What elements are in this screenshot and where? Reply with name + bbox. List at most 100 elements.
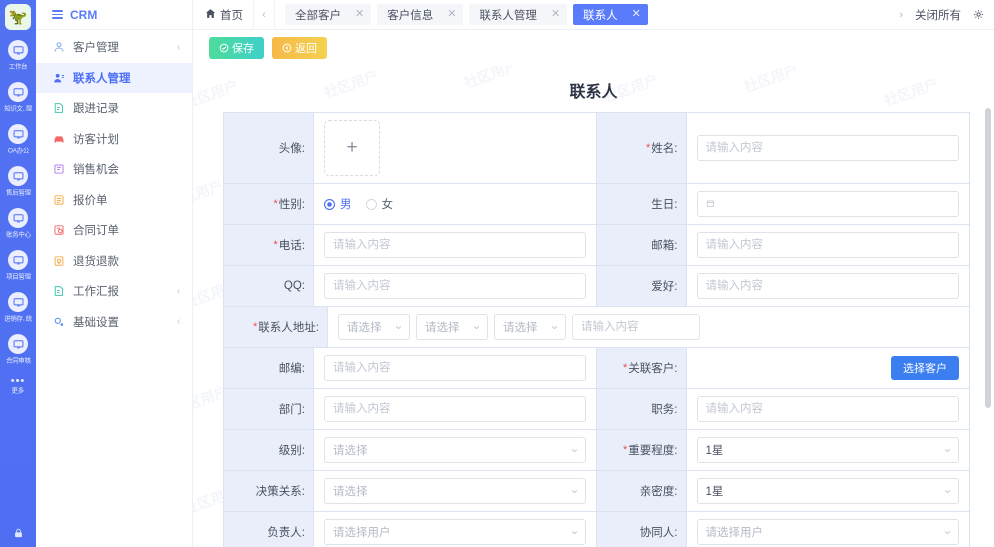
sidebar-item-sales-opportunity[interactable]: 销售机会 [36,154,192,185]
car-icon [52,132,65,145]
dinosaur-logo[interactable]: 🦖 [5,4,31,30]
address-detail-input[interactable] [572,314,700,340]
field-label-text: 生日: [651,196,677,212]
postcode-input[interactable] [324,355,586,381]
field-label-text: 电话: [279,237,305,253]
rail-item-4[interactable]: 账务中心 [0,208,36,240]
tab-contact-management[interactable]: 联系人管理 ✕ [469,4,567,25]
close-icon[interactable]: ✕ [632,9,641,20]
select-customer-button[interactable]: 选择客户 [891,356,959,380]
rail-item-5[interactable]: 项目管理 [0,250,36,282]
tab-contact[interactable]: 联系人 ✕ [573,4,648,25]
sidebar-item-quotation[interactable]: 报价单 [36,185,192,216]
sidebar-title: CRM [70,8,97,22]
field-label-text: 邮编: [279,360,305,376]
avatar-upload-button[interactable]: + [324,120,380,176]
rail-item-7[interactable]: 合同审核 [0,334,36,366]
field-collaborator: 协同人: 请选择用户 [597,512,970,547]
form-toolbar: 保存 返回 [193,30,994,66]
form-row-department-position: 部门: 职务: [224,389,969,430]
close-icon[interactable]: ✕ [551,9,560,20]
field-label: 负责人: [224,512,314,547]
field-importance: * 重要程度: 1星 [597,430,970,470]
gender-radio-female[interactable]: 女 [366,196,394,212]
rail-item-more[interactable]: ••• 更多 [0,376,36,396]
monitor-icon [8,124,28,144]
rail-item-label: 工作台 [9,62,28,71]
select-value: 1星 [706,483,724,499]
sidebar-item-contract-order[interactable]: 合同订单 [36,215,192,246]
chevron-down-icon [944,447,951,454]
email-input[interactable] [697,232,960,258]
tab-customer-info[interactable]: 客户信息 ✕ [377,4,463,25]
address-district-select[interactable]: 请选择 [494,314,566,340]
field-value [314,225,597,265]
tab-home[interactable]: 首页 [199,7,253,23]
address-group: 请选择 请选择 请选择 [338,314,959,340]
chevron-down-icon [571,488,578,495]
position-input[interactable] [697,396,960,422]
hobby-input[interactable] [697,273,960,299]
rail-item-1[interactable]: 知识文..理 [0,82,36,114]
form-scroll-area[interactable]: 头像: + * 姓名: [193,112,994,547]
form-row-decision-closeness: 决策关系: 请选择 亲密度: [224,471,969,512]
department-input[interactable] [324,396,586,422]
sidebar-item-basic-settings[interactable]: 基础设置 ‹ [36,307,192,338]
closeness-select[interactable]: 1星 [697,478,960,504]
rail-item-6[interactable]: 进销存..统 [0,292,36,324]
qq-input[interactable] [324,273,586,299]
address-province-select[interactable]: 请选择 [338,314,410,340]
decision-select[interactable]: 请选择 [324,478,586,504]
close-icon[interactable]: ✕ [355,9,364,20]
field-value [687,113,970,183]
sidebar-item-label: 访客计划 [73,131,172,147]
sidebar-item-work-report[interactable]: 工作汇报 ‹ [36,276,192,307]
rail-item-0[interactable]: 工作台 [0,40,36,72]
field-label: 协同人: [597,512,687,547]
tab-bar-actions: › 关闭所有 [899,7,994,23]
sidebar-item-return-refund[interactable]: 退货退款 [36,246,192,277]
rail-item-2[interactable]: OA办公 [0,124,36,156]
field-email: 邮箱: [597,225,970,265]
address-city-select[interactable]: 请选择 [416,314,488,340]
field-label-text: 协同人: [640,524,678,540]
sidebar-header[interactable]: CRM [36,0,192,30]
tab-list: 全部客户 ✕ 客户信息 ✕ 联系人管理 ✕ 联系人 ✕ [275,4,899,25]
rail-item-label: 售后管理 [6,188,31,197]
lock-icon[interactable] [0,527,36,539]
importance-select[interactable]: 1星 [697,437,960,463]
collaborator-select[interactable]: 请选择用户 [697,519,960,545]
sidebar-item-customer-management[interactable]: 客户管理 ‹ [36,32,192,63]
menu-burger-icon[interactable] [52,10,63,19]
calendar-icon [706,199,715,211]
sidebar-item-label: 工作汇报 [73,283,169,299]
gender-radio-male[interactable]: 男 [324,196,352,212]
owner-select[interactable]: 请选择用户 [324,519,586,545]
field-label: 生日: [597,184,687,224]
sidebar-item-label: 跟进记录 [73,100,172,116]
field-label: * 性别: [224,184,314,224]
save-button[interactable]: 保存 [209,37,264,59]
tab-scroll-prev[interactable]: ‹ [253,0,275,30]
scrollbar-thumb[interactable] [985,108,991,408]
close-icon[interactable]: ✕ [447,9,456,20]
close-all-button[interactable]: 关闭所有 [915,7,961,23]
content-scrollbar[interactable] [985,108,991,547]
sidebar-item-visit-plan[interactable]: 访客计划 [36,124,192,155]
sidebar-item-label: 合同订单 [73,222,172,238]
phone-input[interactable] [324,232,586,258]
settings-icon [52,315,65,328]
field-label-text: 职务: [651,401,677,417]
gear-icon[interactable] [973,9,984,20]
field-label: * 电话: [224,225,314,265]
level-select[interactable]: 请选择 [324,437,586,463]
sidebar-item-contact-management[interactable]: 联系人管理 [36,63,192,94]
back-button[interactable]: 返回 [272,37,327,59]
tab-all-customers[interactable]: 全部客户 ✕ [285,4,371,25]
name-input[interactable] [697,135,960,161]
monitor-icon [8,40,28,60]
sidebar-item-follow-records[interactable]: 跟进记录 [36,93,192,124]
rail-item-3[interactable]: 售后管理 [0,166,36,198]
tab-scroll-next[interactable]: › [899,9,903,21]
birthday-date-input[interactable] [697,191,960,217]
